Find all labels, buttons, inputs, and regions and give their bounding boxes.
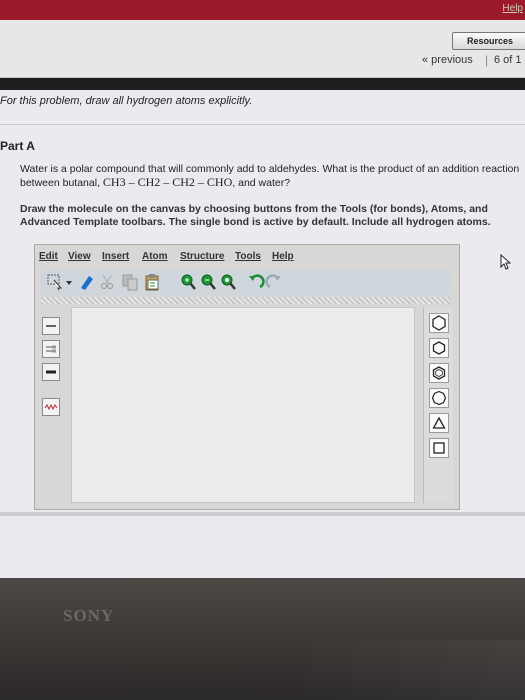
menu-atom[interactable]: Atom: [142, 251, 168, 262]
bond-tools: [42, 317, 60, 421]
eraser-icon[interactable]: [77, 273, 95, 291]
wavy-bond-icon[interactable]: [42, 398, 60, 416]
page-count: 6 of 1: [494, 54, 522, 66]
menu-view[interactable]: View: [68, 251, 91, 262]
zoom-out-icon[interactable]: [199, 273, 217, 291]
double-bond-icon[interactable]: [42, 340, 60, 358]
help-link[interactable]: Help: [502, 3, 523, 14]
menu-structure[interactable]: Structure: [180, 251, 224, 262]
editor-bottom-border: [0, 512, 525, 516]
zoom-fit-icon[interactable]: [219, 273, 237, 291]
copy-icon[interactable]: [121, 273, 139, 291]
zoom-in-icon[interactable]: [179, 273, 197, 291]
resources-button[interactable]: Resources: [452, 32, 525, 50]
select-lasso-icon[interactable]: [47, 273, 65, 291]
editor-menubar: Edit View Insert Atom Structure Tools He…: [35, 247, 459, 265]
pagination: « previous | 6 of 1: [0, 53, 525, 68]
cyclohexane-icon[interactable]: [429, 338, 449, 358]
dropdown-arrow-icon[interactable]: [65, 273, 73, 291]
header-divider: [0, 78, 525, 90]
resources-bar: Resources « previous | 6 of 1: [0, 20, 525, 78]
undo-icon[interactable]: [247, 273, 265, 291]
brand-logo: SONY: [63, 606, 115, 625]
cycloheptane-icon[interactable]: [429, 363, 449, 383]
question-text: Water is a polar compound that will comm…: [20, 163, 520, 190]
butanal-formula: CH3 – CH2 – CH2 – CHO: [102, 175, 233, 189]
benzene-icon[interactable]: [429, 313, 449, 333]
top-bar: Help: [0, 0, 525, 20]
editor-toolbar: [41, 269, 451, 295]
cyclopentane-icon[interactable]: [429, 388, 449, 408]
cyclobutane-icon[interactable]: [429, 438, 449, 458]
pagination-divider: |: [485, 53, 489, 67]
menu-insert[interactable]: Insert: [102, 251, 129, 262]
menu-tools[interactable]: Tools: [235, 251, 261, 262]
browser-screen: Help Resources « previous | 6 of 1 For t…: [0, 0, 525, 578]
scissors-icon[interactable]: [99, 273, 117, 291]
molecule-editor: Edit View Insert Atom Structure Tools He…: [34, 244, 460, 510]
part-title: Part A: [0, 139, 35, 153]
question-tail: , and water?: [232, 177, 291, 189]
drawing-canvas[interactable]: [71, 307, 415, 503]
triple-bond-icon[interactable]: [42, 363, 60, 381]
cyclopropane-icon[interactable]: [429, 413, 449, 433]
single-bond-icon[interactable]: [42, 317, 60, 335]
mouse-cursor-icon: [500, 253, 512, 275]
problem-intro: For this problem, draw all hydrogen atom…: [0, 95, 253, 107]
menu-help[interactable]: Help: [272, 251, 294, 262]
bezel-glare: [300, 640, 525, 700]
drawing-instructions: Draw the molecule on the canvas by choos…: [20, 203, 491, 228]
template-toolbar: [423, 307, 453, 503]
previous-link[interactable]: « previous: [422, 54, 473, 66]
section-divider: [0, 124, 525, 125]
redo-icon[interactable]: [265, 273, 283, 291]
menu-edit[interactable]: Edit: [39, 251, 58, 262]
toolbar-stripe: [41, 297, 451, 304]
paste-icon[interactable]: [143, 273, 161, 291]
